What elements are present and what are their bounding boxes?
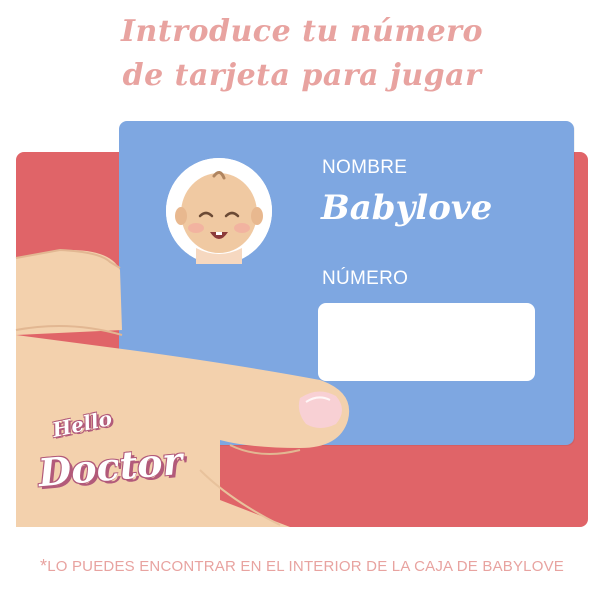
number-label: NÚMERO (322, 268, 409, 289)
logo-doctor-text: Doctor (36, 437, 185, 496)
headline-line-1: Introduce tu número (121, 14, 483, 49)
footnote-text: LO PUEDES ENCONTRAR EN EL INTERIOR DE LA… (47, 558, 565, 575)
name-value: Babylove (321, 188, 493, 228)
baby-face-icon (166, 158, 272, 264)
logo-hello-text: Hello (50, 406, 114, 442)
footnote: *LO PUEDES ENCONTRAR EN EL INTERIOR DE L… (0, 556, 604, 577)
headline-line-2: de tarjeta para jugar (122, 58, 482, 93)
headline: Introduce tu número de tarjeta para juga… (0, 10, 604, 98)
hello-doctor-logo: Hello Doctor (20, 400, 200, 530)
name-label: NOMBRE (322, 157, 408, 178)
card-number-input[interactable] (318, 303, 535, 381)
